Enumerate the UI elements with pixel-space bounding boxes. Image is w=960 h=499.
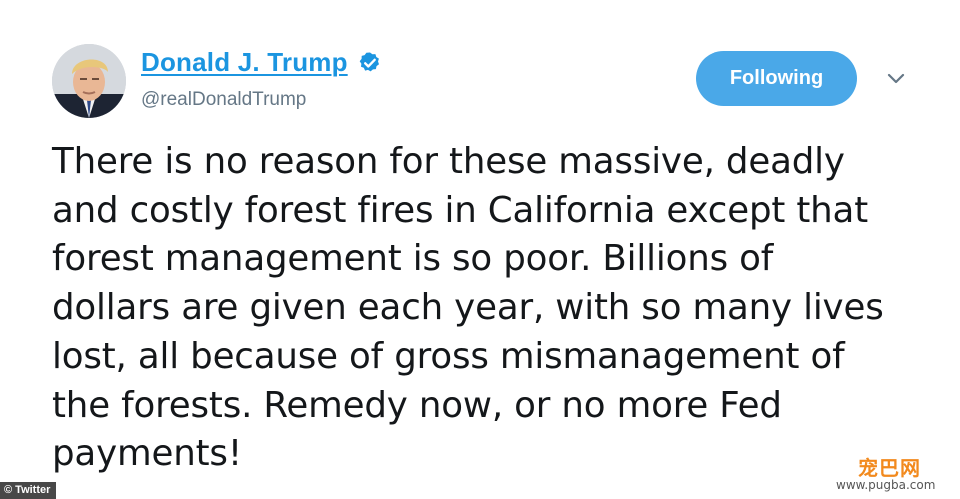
tweet-card: Donald J. Trump @realDonaldTrump Followi… bbox=[0, 0, 960, 499]
verified-check-icon bbox=[359, 52, 379, 71]
watermark-logo: 宠巴网 bbox=[858, 456, 921, 480]
tweet-text: There is no reason for these massive, de… bbox=[52, 138, 932, 479]
tweet-text-line: and costly forest fires in California ex… bbox=[52, 189, 869, 231]
author-name-row: Donald J. Trump bbox=[141, 47, 382, 78]
following-button[interactable]: Following bbox=[696, 51, 857, 106]
avatar[interactable] bbox=[52, 44, 126, 118]
author-handle[interactable]: @realDonaldTrump bbox=[141, 89, 306, 111]
author-display-name[interactable]: Donald J. Trump bbox=[141, 47, 348, 78]
tweet-text-line: the forests. Remedy now, or no more Fed bbox=[52, 384, 782, 426]
chevron-down-icon[interactable] bbox=[884, 70, 908, 88]
tweet-text-line: payments! bbox=[52, 433, 242, 475]
tweet-text-line: There is no reason for these massive, de… bbox=[52, 141, 845, 182]
tweet-text-line: dollars are given each year, with so man… bbox=[52, 287, 884, 329]
source-caption: © Twitter bbox=[0, 482, 57, 499]
watermark-url: www.pugba.com bbox=[836, 478, 936, 492]
watermark: 宠巴网 www.pugba.com bbox=[832, 452, 956, 496]
tweet-text-line: lost, all because of gross mismanagement… bbox=[52, 335, 845, 377]
avatar-image bbox=[52, 44, 126, 118]
tweet-text-line: forest management is so poor. Billions o… bbox=[52, 238, 774, 280]
